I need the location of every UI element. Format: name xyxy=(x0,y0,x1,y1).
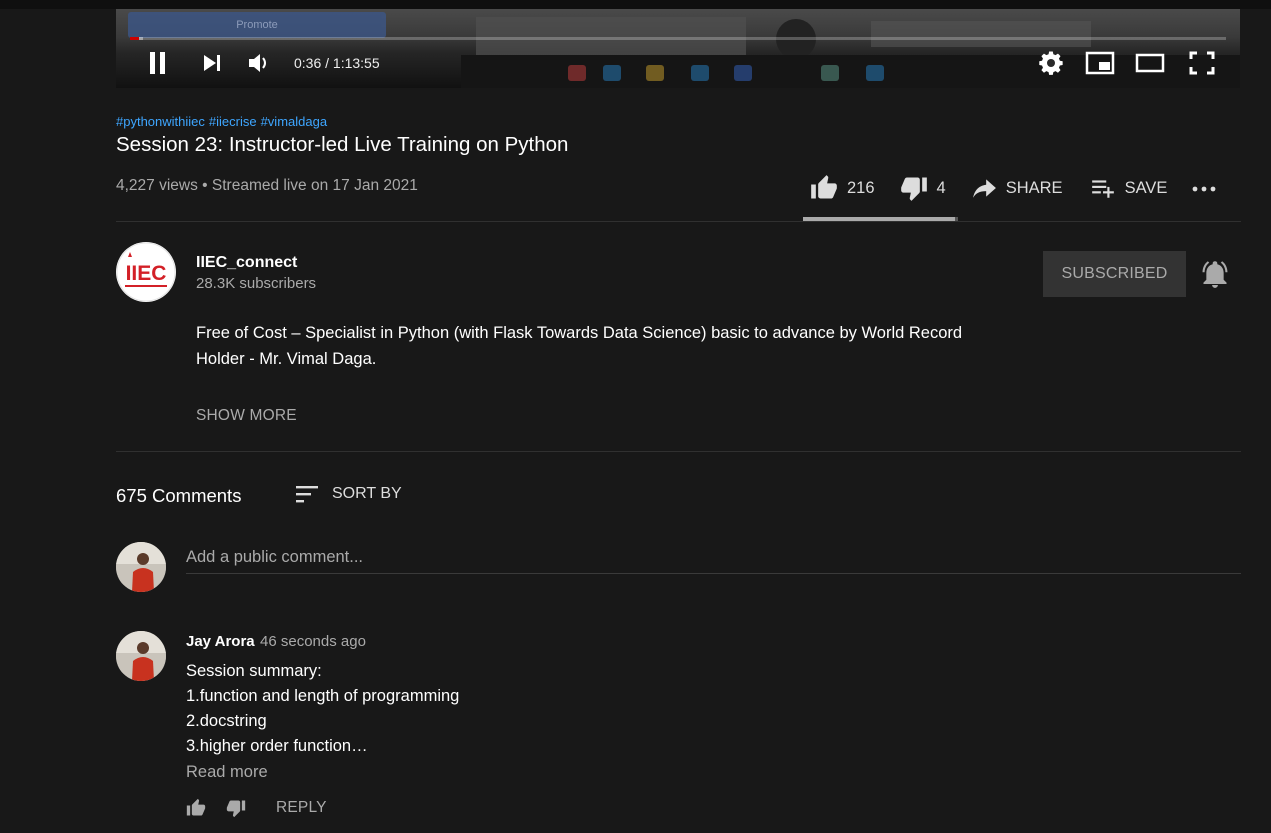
sort-icon xyxy=(296,486,318,503)
video-meta: 4,227 views • Streamed live on 17 Jan 20… xyxy=(116,175,418,197)
share-button[interactable]: SHARE xyxy=(970,168,1063,208)
add-comment-input[interactable] xyxy=(186,541,1241,574)
time-separator: / xyxy=(321,55,333,71)
miniplayer-button[interactable] xyxy=(1084,51,1116,75)
frame-promote-button: Promote xyxy=(128,12,386,38)
divider xyxy=(116,221,1241,222)
hashtag-link[interactable]: #pythonwithiiec xyxy=(116,114,205,129)
view-count: 4,227 views xyxy=(116,177,198,194)
comment-timestamp[interactable]: 46 seconds ago xyxy=(260,632,366,652)
miniplayer-icon xyxy=(1085,51,1115,75)
comment-line: 2.docstring xyxy=(186,712,267,730)
hashtag-link[interactable]: #vimaldaga xyxy=(261,114,328,129)
next-button[interactable] xyxy=(200,51,224,75)
volume-button[interactable] xyxy=(246,51,272,75)
fullscreen-icon xyxy=(1189,51,1215,75)
like-count: 216 xyxy=(847,178,875,197)
video-player[interactable]: Promote 0:36 / 1:13:55 xyxy=(116,9,1240,88)
video-frame[interactable]: Promote xyxy=(116,9,1240,88)
skip-next-icon xyxy=(204,55,220,71)
frame-taskbar-icon xyxy=(568,65,586,81)
comment-count: 675 Comments xyxy=(116,485,242,506)
comment-text: Session summary: 1.function and length o… xyxy=(186,659,459,759)
channel-name[interactable]: IIEC_connect xyxy=(196,253,297,273)
frame-card xyxy=(871,21,1091,47)
user-photo xyxy=(116,631,166,681)
read-more-button[interactable]: Read more xyxy=(186,763,268,782)
frame-taskbar-icon xyxy=(646,65,664,81)
iiec-logo: IIEC xyxy=(116,242,176,302)
thumbs-up-icon xyxy=(186,798,206,816)
bell-ringing-icon xyxy=(1202,261,1228,288)
share-icon xyxy=(972,179,996,198)
thumbs-down-icon xyxy=(900,177,927,201)
dislike-count: 4 xyxy=(936,178,946,197)
subscriber-count: 28.3K subscribers xyxy=(196,275,317,292)
top-strip xyxy=(0,0,1271,9)
comment-line: Session summary: xyxy=(186,662,322,680)
sort-by-label: SORT BY xyxy=(332,485,402,502)
theater-mode-button[interactable] xyxy=(1134,51,1166,75)
share-label: SHARE xyxy=(1005,178,1063,197)
divider xyxy=(116,451,1241,452)
save-label: SAVE xyxy=(1124,178,1168,197)
fullscreen-button[interactable] xyxy=(1188,51,1216,75)
dislike-button[interactable]: 4 xyxy=(899,168,946,208)
sort-by-button[interactable]: SORT BY xyxy=(294,482,402,506)
thumbs-down-icon xyxy=(226,800,246,818)
current-user-avatar[interactable] xyxy=(116,542,166,592)
subscribe-button[interactable]: SUBSCRIBED xyxy=(1043,251,1186,297)
channel-avatar[interactable]: IIEC xyxy=(116,242,176,302)
theater-mode-icon xyxy=(1135,53,1165,73)
current-time: 0:36 xyxy=(294,55,322,71)
frame-taskbar-icon xyxy=(691,65,709,81)
comment-line: 3.higher order function… xyxy=(186,737,368,755)
commenter-avatar[interactable] xyxy=(116,631,166,681)
save-button[interactable]: SAVE xyxy=(1089,168,1168,208)
frame-taskbar-icon xyxy=(603,65,621,81)
more-horizontal-icon xyxy=(1192,186,1216,192)
comment-dislike-button[interactable] xyxy=(226,798,246,823)
iiec-logo-text: IIEC xyxy=(126,262,167,285)
progress-played xyxy=(130,37,139,40)
comment-line: 1.function and length of programming xyxy=(186,687,460,705)
video-title: Session 23: Instructor-led Live Training… xyxy=(116,133,569,156)
thumbs-up-icon xyxy=(811,175,837,199)
show-more-button[interactable]: SHOW MORE xyxy=(196,407,297,425)
frame-taskbar-icon xyxy=(734,65,752,81)
more-actions-button[interactable] xyxy=(1191,168,1217,208)
frame-taskbar-icon xyxy=(821,65,839,81)
frame-taskbar-icon xyxy=(866,65,884,81)
hashtag-link[interactable]: #iiecrise xyxy=(209,114,257,129)
user-photo xyxy=(116,542,166,592)
comment-author[interactable]: Jay Arora xyxy=(186,632,255,652)
pause-icon xyxy=(150,52,165,74)
like-button[interactable]: 216 xyxy=(809,168,875,208)
volume-icon xyxy=(249,54,266,72)
playlist-add-icon xyxy=(1091,180,1114,198)
video-actions: 216 4 SHARE SAVE xyxy=(803,168,1217,220)
notification-bell-button[interactable] xyxy=(1201,259,1229,294)
settings-button[interactable] xyxy=(1038,51,1064,75)
stream-date: Streamed live on 17 Jan 2021 xyxy=(211,177,418,194)
reply-button[interactable]: REPLY xyxy=(276,799,327,817)
gear-icon xyxy=(1039,51,1063,75)
video-description: Free of Cost – Specialist in Python (wit… xyxy=(196,324,963,368)
progress-bar[interactable] xyxy=(130,37,1226,40)
hashtags: #pythonwithiiec #iiecrise #vimaldaga xyxy=(116,113,331,130)
progress-buffer xyxy=(139,37,143,40)
duration: 1:13:55 xyxy=(332,55,380,71)
time-display: 0:36 / 1:13:55 xyxy=(294,53,380,73)
meta-dot: • xyxy=(197,177,212,194)
comment-like-button[interactable] xyxy=(186,798,206,823)
pause-button[interactable] xyxy=(146,51,170,75)
